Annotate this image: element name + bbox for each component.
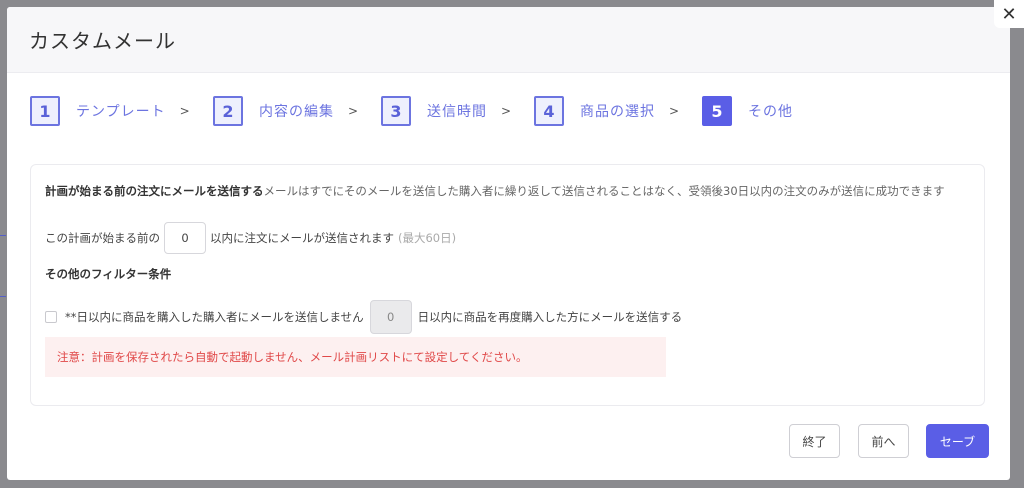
step-label: その他 [748,104,793,120]
repurchase-filter-suffix: 日以内に商品を再度購入した方にメールを送信する [417,310,683,324]
step-template[interactable]: 1 テンプレート > [30,94,190,128]
repurchase-days-input[interactable]: 0 [369,300,412,334]
save-button-label: セーブ [939,434,976,449]
step-label: 内容の編集 [259,104,334,120]
close-symbol: ✕ [1001,3,1017,25]
chevron-right-icon: > [179,104,190,118]
intro-text: 計画が始まる前の注文にメールを送信するメールはすでにそのメールを送信した購入者に… [45,183,945,199]
chevron-right-icon: > [348,104,359,118]
repurchase-filter-prefix: **日以内に商品を購入した購入者にメールを送信しません [65,310,364,324]
step-send-time[interactable]: 3 送信時間 > [381,94,511,128]
step-select-products[interactable]: 4 商品の選択 > [534,94,679,128]
repurchase-days-value: 0 [386,310,395,324]
intro-description: メールはすでにそのメールを送信した購入者に繰り返して送信されることはなく、受領後… [263,184,945,198]
settings-panel: 計画が始まる前の注文にメールを送信するメールはすでにそのメールを送信した購入者に… [30,164,985,406]
step-number: 3 [381,96,411,126]
days-before-prefix: この計画が始まる前の [45,231,160,245]
days-before-input[interactable]: 0 [164,222,206,254]
previous-button[interactable]: 前へ [858,424,909,458]
step-label: テンプレート [76,104,166,120]
repurchase-filter-checkbox[interactable] [45,311,57,323]
step-edit-content[interactable]: 2 内容の編集 > [213,94,358,128]
repurchase-filter-row: **日以内に商品を購入した購入者にメールを送信しません 0 日以内に商品を再度購… [45,300,682,334]
days-before-row: この計画が始まる前の 0 以内に注文にメールが送信されます (最大60日) [45,222,456,254]
step-number: 5 [702,96,732,126]
step-number: 2 [213,96,243,126]
intro-heading: 計画が始まる前の注文にメールを送信する [45,184,264,198]
step-number: 4 [534,96,564,126]
backdrop-accent-line [0,235,6,236]
save-button[interactable]: セーブ [926,424,989,458]
custom-mail-modal: カスタムメール 1 テンプレート > 2 内容の編集 > 3 送信時間 > 4 … [7,7,1010,480]
step-number: 1 [30,96,60,126]
days-before-hint: (最大60日) [398,231,457,245]
modal-header: カスタムメール [7,7,1010,73]
other-filters-heading: その他のフィルター条件 [45,267,172,281]
step-label: 商品の選択 [580,104,655,120]
chevron-right-icon: > [501,104,512,118]
warning-text: 注意：計画を保存されたら自動で起動しません、メール計画リストにて設定してください… [57,350,528,364]
modal-title: カスタムメール [29,29,176,53]
days-before-suffix: 以内に注文にメールが送信されます [210,231,394,245]
days-before-value: 0 [181,231,189,245]
previous-button-label: 前へ [871,434,896,449]
backdrop-accent-line [0,296,6,297]
end-button-label: 終了 [802,434,827,449]
step-other[interactable]: 5 その他 [702,94,793,128]
warning-alert: 注意：計画を保存されたら自動で起動しません、メール計画リストにて設定してください… [45,337,666,377]
step-label: 送信時間 [427,104,487,120]
chevron-right-icon: > [669,104,680,118]
close-icon[interactable]: ✕ [994,0,1024,28]
end-button[interactable]: 終了 [789,424,840,458]
